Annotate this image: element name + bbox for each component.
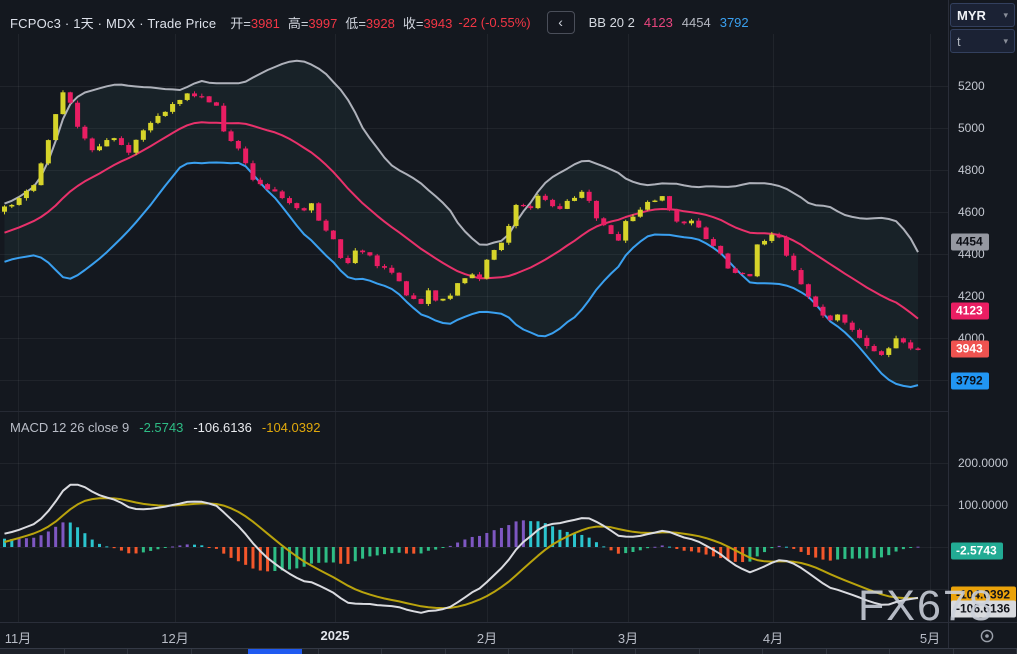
scrollbar-segment: [572, 649, 573, 654]
price-axis-tick: 5000: [958, 121, 985, 135]
macd-indicator-name: MACD 12 26 close 9: [10, 420, 129, 435]
currency-dropdown[interactable]: MYR ▾: [950, 3, 1015, 27]
high-label: 高=: [288, 16, 309, 31]
bollinger-legend[interactable]: BB 20 2 4123 4454 3792: [589, 15, 749, 30]
macd-signal-value: -104.0392: [262, 420, 321, 435]
scrollbar-segment: [635, 649, 636, 654]
scrollbar-segment: [826, 649, 827, 654]
open-label: 开=: [230, 16, 251, 31]
time-axis-label[interactable]: 2025: [321, 628, 350, 643]
close-value: 3943: [423, 16, 452, 31]
macd-pane: [3, 485, 920, 613]
change-value: -22 (-0.55%): [458, 15, 530, 30]
price-axis-tick: 4600: [958, 205, 985, 219]
symbol-legend[interactable]: FCPOc3 · 1天 · MDX · Trade Price: [10, 13, 216, 32]
scrollbar-segment: [762, 649, 763, 654]
time-axis-label[interactable]: 3月: [618, 628, 638, 647]
macd-axis-badge: -2.5743: [951, 543, 1003, 560]
scrollbar-segment: [191, 649, 192, 654]
ohlc-values: 开=3981 高=3997 低=3928 收=3943: [230, 13, 452, 32]
bb-indicator-name: BB 20 2: [589, 15, 635, 30]
bb-upper-value: 4454: [682, 15, 711, 30]
scrollbar-segment: [508, 649, 509, 654]
price-axis-separator: [948, 0, 949, 654]
price-axis-tick: 4800: [958, 163, 985, 177]
macd-signal-line: [5, 498, 919, 608]
unit-label: t: [957, 34, 961, 49]
bb-basis-value: 4123: [644, 15, 673, 30]
scrollbar-segment: [318, 649, 319, 654]
macd-axis-tick: 200.0000: [958, 456, 1008, 470]
chevron-down-icon: ▾: [1003, 36, 1008, 47]
price-axis-badge: 4454: [951, 234, 989, 251]
unit-dropdown[interactable]: t ▾: [950, 29, 1015, 53]
close-label: 收=: [403, 16, 424, 31]
time-axis-label[interactable]: 11月: [5, 628, 32, 647]
chart-legend-row: FCPOc3 · 1天 · MDX · Trade Price 开=3981 高…: [10, 11, 749, 33]
macd-axis-tick: 100.0000: [958, 498, 1008, 512]
time-axis-label[interactable]: 2月: [477, 628, 497, 647]
price-axis-tick: 5200: [958, 79, 985, 93]
currency-label: MYR: [957, 8, 986, 23]
time-axis-label[interactable]: 4月: [763, 628, 783, 647]
macd-legend-row[interactable]: MACD 12 26 close 9 -2.5743 -106.6136 -10…: [10, 420, 320, 435]
macd-hist-value: -2.5743: [139, 420, 183, 435]
bb-lower-value: 3792: [720, 15, 749, 30]
fx678-watermark: FX678: [858, 582, 995, 631]
scrollbar-segment: [953, 649, 954, 654]
scrollbar-segment: [445, 649, 446, 654]
low-value: 3928: [366, 16, 395, 31]
price-axis-badge: 3792: [951, 373, 989, 390]
bottom-scrollbar[interactable]: [0, 648, 1017, 654]
chevron-left-icon: ‹: [558, 14, 563, 30]
scale-toolbar: MYR ▾ t ▾: [950, 3, 1015, 53]
scrollbar-segment: [889, 649, 890, 654]
collapse-legend-button[interactable]: ‹: [547, 11, 575, 34]
low-label: 低=: [345, 16, 366, 31]
chevron-down-icon: ▾: [1003, 10, 1008, 21]
macd-line-value: -106.6136: [193, 420, 252, 435]
price-axis-badge: 3943: [951, 341, 989, 358]
time-axis-label[interactable]: 12月: [161, 628, 188, 647]
trading-chart-app: FCPOc3 · 1天 · MDX · Trade Price 开=3981 高…: [0, 0, 1017, 654]
pane-separator[interactable]: [0, 411, 948, 412]
scrollbar-active-segment[interactable]: [248, 649, 302, 654]
scrollbar-segment: [381, 649, 382, 654]
high-value: 3997: [308, 16, 337, 31]
price-axis-badge: 4123: [951, 303, 989, 320]
scrollbar-segment: [127, 649, 128, 654]
scrollbar-segment: [64, 649, 65, 654]
open-value: 3981: [251, 16, 280, 31]
scrollbar-segment: [699, 649, 700, 654]
price-axis-tick: 4200: [958, 289, 985, 303]
